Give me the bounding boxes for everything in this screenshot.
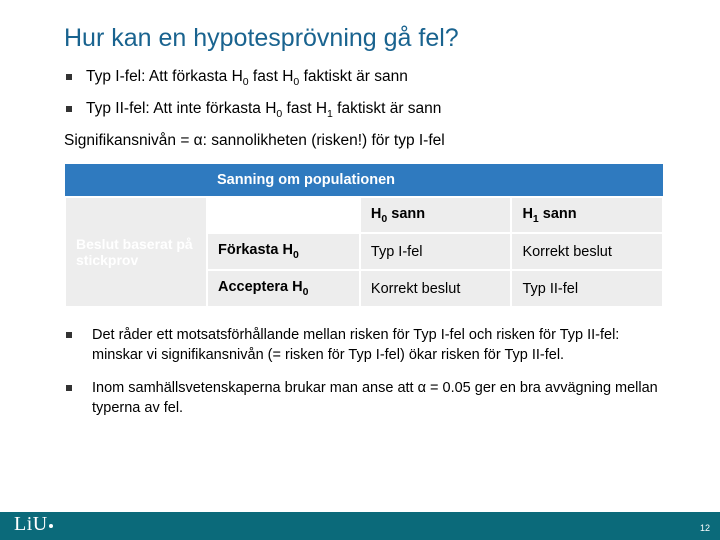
- bullet-type2: Typ II-fel: Att inte förkasta H0 fast H1…: [64, 99, 664, 121]
- footer-bar: LiU 12: [0, 512, 720, 540]
- liu-logo: LiU: [14, 513, 53, 536]
- page-number: 12: [700, 523, 710, 533]
- col-h1: H1 sann: [511, 197, 663, 234]
- significance-line: Signifikansnivån = α: sannolikheten (ris…: [64, 132, 664, 150]
- cell-type1: Typ I-fel: [360, 233, 512, 270]
- cell-correct2: Korrekt beslut: [360, 270, 512, 307]
- bullet-tradeoff: Det råder ett motsatsförhållande mellan …: [64, 326, 664, 365]
- bullet-type1: Typ I-fel: Att förkasta H0 fast H0 fakti…: [64, 67, 664, 89]
- table-left-header: Beslut baserat på stickprov: [65, 197, 207, 308]
- cell-correct1: Korrekt beslut: [511, 233, 663, 270]
- cell-type2: Typ II-fel: [511, 270, 663, 307]
- row-accept: Acceptera H0: [207, 270, 360, 307]
- error-table: Sanning om populationen Beslut baserat p…: [64, 164, 664, 309]
- bottom-bullets: Det råder ett motsatsförhållande mellan …: [64, 326, 664, 418]
- row-reject: Förkasta H0: [207, 233, 360, 270]
- table-top-header: Sanning om populationen: [207, 164, 663, 197]
- bullet-alpha: Inom samhällsvetenskaperna brukar man an…: [64, 379, 664, 418]
- col-h0: H0 sann: [360, 197, 512, 234]
- slide-title: Hur kan en hypotesprövning gå fel?: [64, 24, 664, 53]
- top-bullets: Typ I-fel: Att förkasta H0 fast H0 fakti…: [64, 67, 664, 122]
